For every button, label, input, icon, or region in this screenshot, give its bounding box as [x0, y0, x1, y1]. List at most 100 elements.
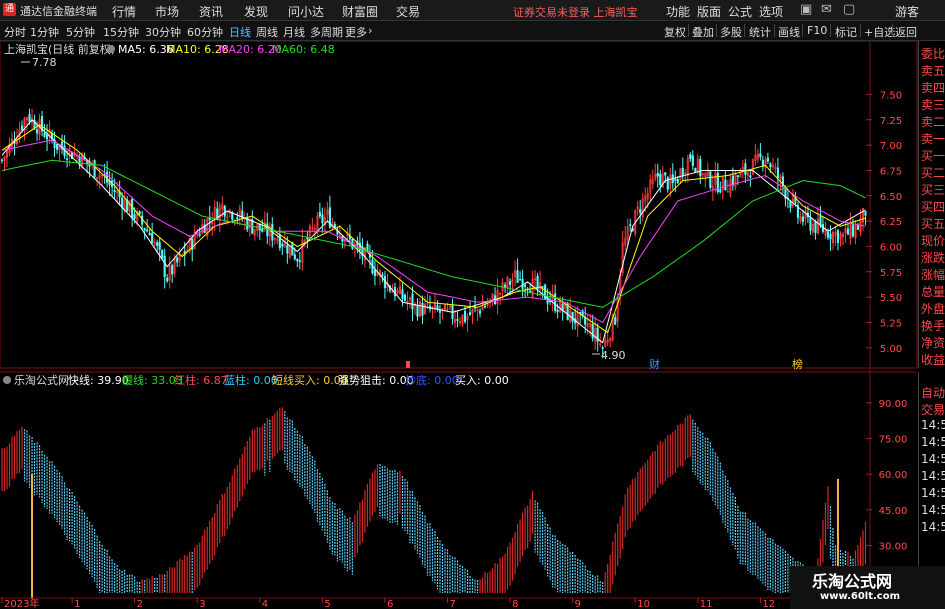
period-5min[interactable]: 5分钟: [66, 24, 95, 40]
btn-diejia[interactable]: 叠加: [692, 24, 714, 40]
x-tick-label: 11: [700, 599, 713, 609]
period-60min[interactable]: 60分钟: [187, 24, 223, 40]
period-daily[interactable]: 日线: [229, 24, 251, 40]
candle-body: [158, 241, 161, 250]
x-tick-label: 4: [262, 599, 268, 609]
period-15min[interactable]: 15分钟: [103, 24, 139, 40]
menu-wenxiaoda[interactable]: 问小达: [288, 3, 324, 20]
price-tick-label: 7.50: [880, 90, 902, 101]
btn-f10[interactable]: F10: [807, 24, 827, 37]
x-tick-label: 3: [199, 599, 205, 609]
trade-time: 14:56: [921, 452, 945, 466]
menu-faxian[interactable]: 发现: [244, 3, 268, 20]
candle-body: [776, 167, 779, 179]
candle-body: [321, 214, 324, 224]
candle-body: [864, 211, 867, 216]
candle-body: [333, 224, 336, 228]
period-more[interactable]: 更多: [345, 24, 367, 40]
period-weekly[interactable]: 周线: [256, 24, 278, 40]
price-tick-label: 7.25: [880, 116, 902, 127]
trade-time: 14:56: [921, 435, 945, 449]
quote-field-label: 买五: [921, 217, 945, 231]
btn-fuquan[interactable]: 复权: [664, 24, 686, 40]
candle-body: [421, 303, 424, 316]
period-30min[interactable]: 30分钟: [145, 24, 181, 40]
btn-huaxian[interactable]: 画线: [778, 24, 800, 40]
candle-body: [484, 305, 487, 308]
chat-icon[interactable]: ✉: [821, 2, 832, 17]
quote-field-label: 总量: [921, 285, 945, 299]
menu-xuanxiang[interactable]: 选项: [759, 3, 783, 20]
indicator-tick-label: 60.00: [879, 470, 908, 481]
menu-zixun[interactable]: 资讯: [199, 3, 223, 20]
app-title: 通达信金融终端: [20, 5, 97, 18]
candle-body: [694, 167, 697, 173]
candle-body: [43, 132, 46, 138]
trade-time: 14:56: [921, 418, 945, 432]
period-1min[interactable]: 1分钟: [30, 24, 59, 40]
candle-body: [769, 163, 772, 168]
btn-tongji[interactable]: 统计: [749, 24, 771, 40]
settings-gear-icon[interactable]: [107, 45, 115, 53]
period-multi[interactable]: 多周期: [310, 24, 343, 40]
candle-body: [766, 157, 769, 162]
btn-add-favorite[interactable]: +自选: [864, 24, 895, 40]
indicator-settings-icon[interactable]: [3, 376, 11, 384]
candle-body: [411, 294, 414, 310]
login-notice[interactable]: 证券交易未登录 上海凯宝: [513, 4, 638, 20]
quote-field-label: 卖一: [921, 132, 945, 146]
quote-field-label: 买四: [921, 200, 945, 214]
candle-body: [163, 255, 166, 278]
candle-body: [516, 270, 519, 284]
screen-icon[interactable]: ▢: [843, 2, 855, 17]
period-toolbar: 分时 1分钟 5分钟 15分钟 30分钟 60分钟 日线 周线 月线 多周期 更…: [0, 21, 945, 41]
ma60-label: MA60: 6.48: [272, 43, 335, 56]
app-logo-icon: 通: [3, 3, 16, 16]
period-fenshi[interactable]: 分时: [4, 24, 26, 40]
price-tick-label: 6.00: [880, 242, 902, 253]
candle-body: [403, 294, 407, 301]
btn-duogu[interactable]: 多股: [720, 24, 742, 40]
event-mark-cai[interactable]: 财: [649, 357, 660, 371]
quote-field-label: 换手: [921, 319, 945, 333]
chart-canvas[interactable]: 上海凯宝(日线 前复权) MA5: 6.36 MA10: 6.28 MA20: …: [0, 41, 918, 609]
candle-body: [298, 260, 301, 262]
candle-body: [761, 160, 764, 166]
btn-biaoji[interactable]: 标记: [835, 24, 857, 40]
candle-body: [656, 173, 659, 177]
low-marker: 4.90: [592, 349, 626, 362]
candle-body: [236, 217, 239, 219]
candle-body: [438, 310, 442, 313]
event-mark-red[interactable]: [406, 361, 410, 368]
candle-body: [113, 190, 116, 193]
menu-gongshi[interactable]: 公式: [728, 3, 752, 20]
quote-field-label: 现价: [921, 234, 945, 248]
btn-back[interactable]: 返回: [895, 24, 917, 40]
candle-body: [293, 254, 296, 260]
candle-body: [674, 179, 677, 181]
guest-label[interactable]: 游客: [895, 3, 919, 20]
menu-hangqing[interactable]: 行情: [112, 3, 136, 20]
menu-banmian[interactable]: 版面: [697, 3, 721, 20]
quote-field-label: 委比: [921, 47, 945, 61]
menu-gongneng[interactable]: 功能: [666, 3, 690, 20]
event-mark-bang[interactable]: 榜: [792, 357, 803, 371]
quote-field-label: 买三: [921, 183, 945, 197]
more-chevron-icon[interactable]: ›: [368, 24, 372, 37]
period-monthly[interactable]: 月线: [283, 24, 305, 40]
candle-body: [789, 200, 792, 208]
candle-body: [56, 143, 59, 150]
menu-shichang[interactable]: 市场: [155, 3, 179, 20]
candle-body: [281, 244, 284, 247]
quote-field-label: 买二: [921, 166, 945, 180]
x-tick-label: 9: [575, 599, 581, 609]
lock-icon[interactable]: ▣: [800, 2, 812, 17]
trade-time: 14:56: [921, 520, 945, 534]
trade-label: 交易: [921, 403, 945, 417]
menu-caifuquan[interactable]: 财富圈: [342, 3, 378, 20]
menu-jiaoyi[interactable]: 交易: [396, 3, 420, 20]
price-tick-label: 6.50: [880, 192, 902, 203]
indicator-histogram: [1, 407, 867, 593]
candle-body: [401, 289, 404, 299]
candle-body: [198, 234, 201, 236]
